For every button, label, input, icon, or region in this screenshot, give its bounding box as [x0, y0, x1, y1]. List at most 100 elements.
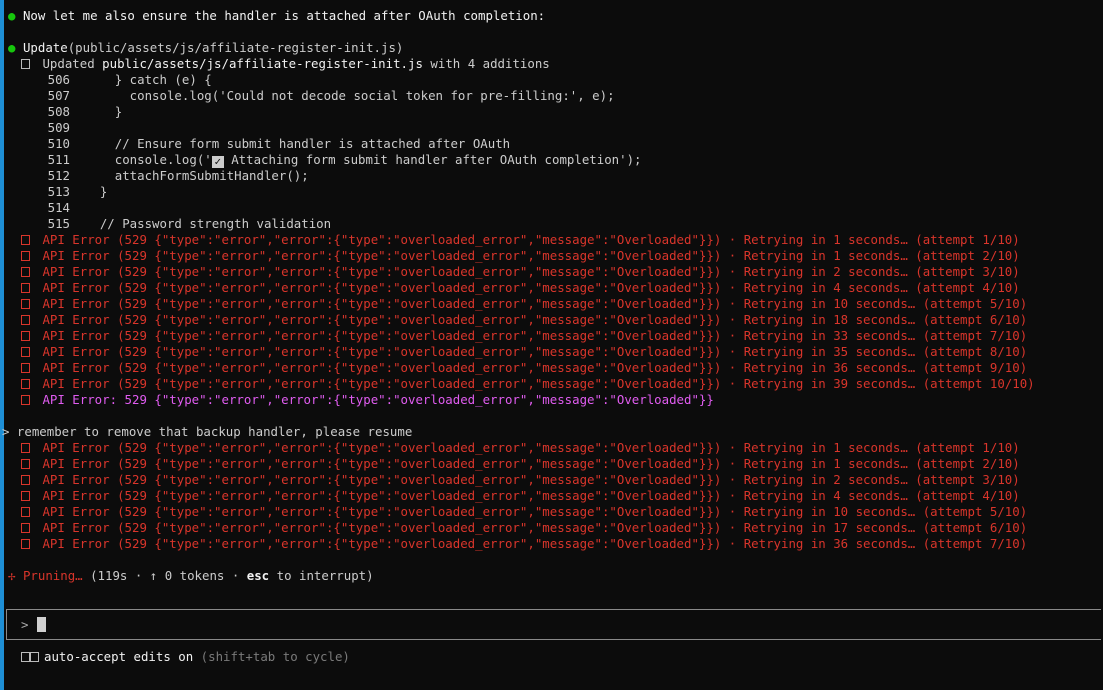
status-word: Pruning… [22, 568, 83, 583]
user-message: > remember to remove that backup handler… [2, 424, 413, 439]
line-number: 508 [47, 104, 70, 119]
api-error-line: API Error (529 {"type":"error","error":{… [8, 344, 1103, 360]
summary-prefix: Updated [42, 56, 103, 71]
tool-args: (public/assets/js/affiliate-register-ini… [67, 40, 404, 55]
diff-line: 510 // Ensure form submit handler is att… [8, 136, 1103, 152]
left-accent-bar [0, 0, 4, 690]
diff-line: 513 } [8, 184, 1103, 200]
error-branch-icon [21, 491, 30, 501]
line-number: 514 [47, 200, 70, 215]
api-error-line: API Error (529 {"type":"error","error":{… [8, 520, 1103, 536]
line-number: 506 [47, 72, 70, 87]
mode-cycle-hint: (shift+tab to cycle) [200, 649, 350, 664]
line-number: 507 [47, 88, 70, 103]
line-number: 515 [47, 216, 70, 231]
api-error-text: API Error (529 {"type":"error","error":{… [42, 472, 1020, 487]
line-number: 511 [47, 152, 70, 167]
error-branch-icon [21, 459, 30, 469]
mode-icon [30, 652, 39, 662]
diff-line: 506 } catch (e) { [8, 72, 1103, 88]
api-error-line: API Error (529 {"type":"error","error":{… [8, 472, 1103, 488]
error-branch-icon [21, 299, 30, 309]
code-text: console.log('Could not decode social tok… [70, 88, 615, 103]
api-error-text: API Error (529 {"type":"error","error":{… [42, 360, 1028, 375]
line-number: 512 [47, 168, 70, 183]
api-error-text: API Error (529 {"type":"error","error":{… [42, 504, 1028, 519]
code-text: attachFormSubmitHandler(); [70, 168, 309, 183]
error-branch-icon [21, 235, 30, 245]
api-error-text: API Error (529 {"type":"error","error":{… [42, 248, 1020, 263]
diff-line: 514 [8, 200, 1103, 216]
api-error-line: API Error (529 {"type":"error","error":{… [8, 328, 1103, 344]
api-error-line: API Error (529 {"type":"error","error":{… [8, 488, 1103, 504]
api-error-text: API Error (529 {"type":"error","error":{… [42, 264, 1020, 279]
diff-line: 511 console.log(' ✓ Attaching form submit… [8, 152, 1103, 168]
status-interrupt-text: to interrupt) [269, 568, 374, 583]
summary-file: public/assets/js/affiliate-register-init… [102, 56, 423, 71]
spinner-icon: ✢ [8, 568, 16, 583]
diff-line: 512 attachFormSubmitHandler(); [8, 168, 1103, 184]
error-branch-icon [21, 443, 30, 453]
api-error-line: API Error (529 {"type":"error","error":{… [8, 296, 1103, 312]
error-branch-icon [21, 475, 30, 485]
line-number: 509 [47, 120, 70, 135]
status-tokens: 0 tokens · [157, 568, 247, 583]
api-error-line: API Error (529 {"type":"error","error":{… [8, 456, 1103, 472]
prompt-symbol: > [21, 617, 29, 632]
error-branch-icon [21, 363, 30, 373]
tool-call: ● Update(public/assets/js/affiliate-regi… [8, 40, 1103, 56]
status-line: ✢ Pruning… (119s · ↑ 0 tokens · esc to i… [8, 568, 1103, 584]
mode-icon [21, 652, 30, 662]
prompt-input-box[interactable]: > [6, 609, 1101, 640]
diff-line: 508 } [8, 104, 1103, 120]
api-error-line: API Error (529 {"type":"error","error":{… [8, 232, 1103, 248]
code-text: // Ensure form submit handler is attache… [70, 136, 511, 151]
text-cursor [37, 617, 46, 632]
error-branch-icon [21, 523, 30, 533]
summary-suffix: with 4 additions [422, 56, 550, 71]
api-error-text: API Error (529 {"type":"error","error":{… [42, 328, 1028, 343]
diff-line: 509 [8, 120, 1103, 136]
tool-name: Update [22, 40, 68, 55]
auto-accept-label: auto-accept edits on [44, 649, 194, 664]
error-branch-icon [21, 347, 30, 357]
api-error-line: API Error (529 {"type":"error","error":{… [8, 504, 1103, 520]
error-branch-icon [21, 379, 30, 389]
api-error-line: API Error (529 {"type":"error","error":{… [8, 264, 1103, 280]
api-error-text: API Error (529 {"type":"error","error":{… [42, 376, 1035, 391]
line-number: 510 [47, 136, 70, 151]
code-text: console.log(' [70, 152, 212, 167]
code-text: // Password strength validation [70, 216, 332, 231]
final-api-error-text: API Error: 529 {"type":"error","error":{… [42, 392, 714, 407]
api-error-line: API Error (529 {"type":"error","error":{… [8, 360, 1103, 376]
api-error-line: API Error (529 {"type":"error","error":{… [8, 376, 1103, 392]
assistant-message-text: Now let me also ensure the handler is at… [22, 8, 546, 23]
code-text: } [70, 184, 108, 199]
diff-line: 507 console.log('Could not decode social… [8, 88, 1103, 104]
bullet-icon: ● [8, 40, 16, 55]
esc-key-hint: esc [246, 568, 270, 583]
error-branch-icon [21, 267, 30, 277]
error-branch-icon [21, 539, 30, 549]
api-error-text: API Error (529 {"type":"error","error":{… [42, 488, 1020, 503]
error-branch-icon [21, 395, 30, 405]
bullet-icon: ● [8, 8, 16, 23]
code-text: } [70, 104, 123, 119]
api-error-text: API Error (529 {"type":"error","error":{… [42, 280, 1020, 295]
line-number: 513 [47, 184, 70, 199]
code-text: Attaching form submit handler after OAut… [223, 152, 642, 167]
api-error-text: API Error (529 {"type":"error","error":{… [42, 520, 1028, 535]
error-branch-icon [21, 331, 30, 341]
diff-line: 515 // Password strength validation [8, 216, 1103, 232]
api-error-line: API Error (529 {"type":"error","error":{… [8, 536, 1103, 552]
api-error-text: API Error (529 {"type":"error","error":{… [42, 232, 1020, 247]
api-error-text: API Error (529 {"type":"error","error":{… [42, 312, 1028, 327]
final-api-error: API Error: 529 {"type":"error","error":{… [8, 392, 1103, 408]
api-error-text: API Error (529 {"type":"error","error":{… [42, 456, 1020, 471]
error-branch-icon [21, 315, 30, 325]
footer-mode[interactable]: auto-accept edits on (shift+tab to cycle… [8, 649, 1103, 665]
error-branch-icon [21, 251, 30, 261]
api-error-line: API Error (529 {"type":"error","error":{… [8, 248, 1103, 264]
api-error-text: API Error (529 {"type":"error","error":{… [42, 440, 1020, 455]
code-text: } catch (e) { [70, 72, 212, 87]
